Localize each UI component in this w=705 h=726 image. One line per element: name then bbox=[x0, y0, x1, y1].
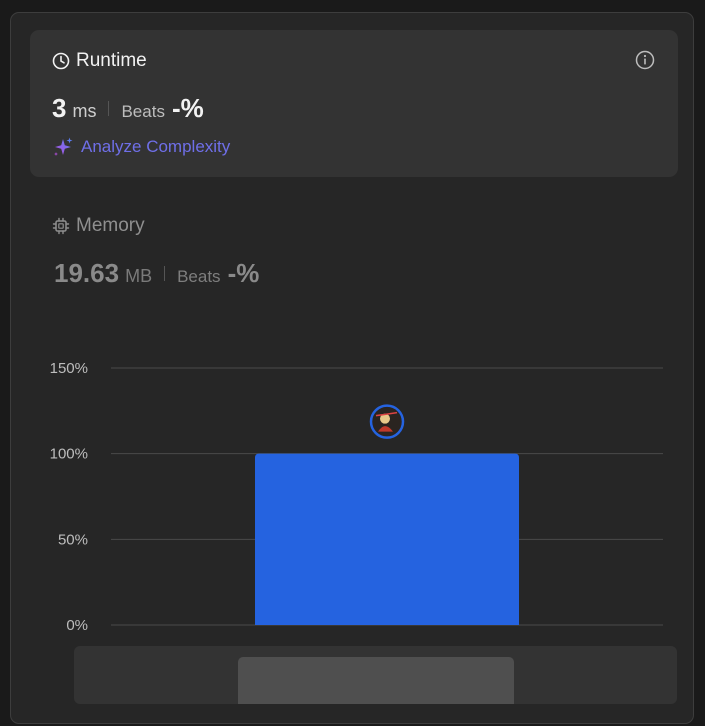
memory-unit: MB bbox=[125, 266, 153, 286]
runtime-stat: 3 ms Beats -% bbox=[52, 93, 204, 124]
memory-beats-value: -% bbox=[227, 258, 260, 288]
submission-result-panel: Runtime 3 ms Beats -% Analyze Complexity… bbox=[10, 12, 694, 724]
chip-icon bbox=[52, 217, 70, 235]
sparkle-icon bbox=[54, 137, 73, 156]
y-tick-label: 50% bbox=[58, 531, 88, 548]
range-slider-thumb[interactable] bbox=[238, 657, 514, 704]
runtime-beats-value: -% bbox=[171, 93, 204, 123]
runtime-heading: Runtime bbox=[52, 50, 147, 72]
memory-value: 19.63 bbox=[54, 258, 120, 288]
bar bbox=[255, 453, 519, 625]
analyze-complexity-link[interactable]: Analyze Complexity bbox=[52, 136, 230, 158]
memory-title: Memory bbox=[76, 215, 145, 236]
memory-stat: 19.63 MB Beats -% bbox=[54, 258, 259, 289]
runtime-beats-label: Beats bbox=[121, 102, 165, 121]
memory-beats-label: Beats bbox=[177, 267, 221, 286]
divider bbox=[164, 266, 166, 281]
distribution-chart: 150% 100% 50% 0% bbox=[50, 360, 663, 634]
y-tick-label: 0% bbox=[66, 617, 88, 634]
distribution-range-slider[interactable] bbox=[74, 646, 677, 704]
memory-heading[interactable]: Memory bbox=[52, 215, 145, 237]
runtime-title: Runtime bbox=[76, 50, 147, 71]
y-tick-label: 150% bbox=[50, 360, 88, 377]
runtime-card[interactable]: Runtime 3 ms Beats -% Analyze Complexity bbox=[30, 30, 678, 177]
runtime-unit: ms bbox=[72, 101, 97, 121]
info-icon[interactable] bbox=[635, 50, 655, 70]
divider bbox=[108, 101, 110, 116]
runtime-value: 3 bbox=[52, 93, 67, 123]
y-tick-label: 100% bbox=[50, 446, 88, 463]
analyze-complexity-label: Analyze Complexity bbox=[81, 137, 231, 156]
clock-icon bbox=[52, 52, 70, 70]
